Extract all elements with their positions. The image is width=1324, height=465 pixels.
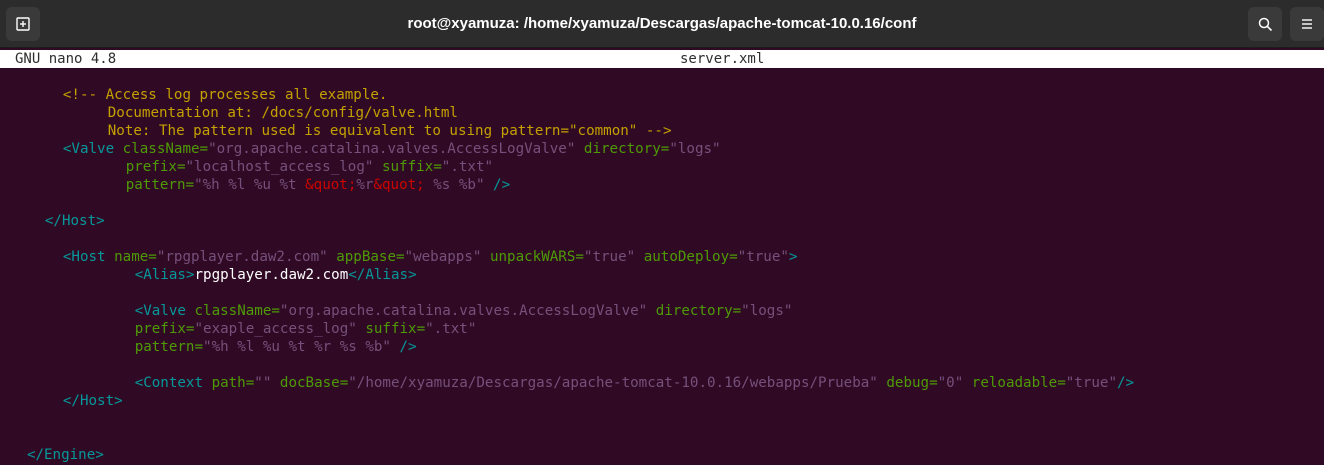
code-token: name=	[114, 249, 157, 265]
code-line: prefix="exaple_access_log" suffix=".txt"	[135, 320, 477, 338]
code-line: Note: The pattern used is equivalent to …	[108, 122, 672, 140]
code-token: "%h %l %u %t %r %s %b"	[203, 339, 391, 355]
code-token: appBase=	[327, 249, 405, 265]
code-token: "webapps"	[404, 249, 482, 265]
code-token: className=	[122, 141, 209, 157]
code-line: </Host>	[45, 212, 105, 230]
code-token: &quot;	[305, 177, 357, 193]
code-token: directory=	[647, 303, 742, 319]
code-line: <Valve className="org.apache.catalina.va…	[135, 302, 793, 320]
editor-text-area[interactable]: <!-- Access log processes all example. Do…	[0, 68, 1324, 465]
code-token: Note: The pattern used is equivalent to …	[107, 123, 672, 139]
code-token: directory=	[575, 141, 670, 157]
code-token: <Host	[62, 249, 115, 265]
terminal-window: root@xyamuza: /home/xyamuza/Descargas/ap…	[0, 0, 1324, 465]
code-token: pattern=	[134, 339, 204, 355]
code-token: </Engine>	[26, 447, 104, 463]
code-token: <Context	[134, 375, 212, 391]
code-line: prefix="localhost_access_log" suffix=".t…	[126, 158, 493, 176]
code-token: <Valve	[62, 141, 123, 157]
code-token: &quot;	[373, 177, 425, 193]
code-line: </Host>	[63, 392, 123, 410]
code-token: "localhost_access_log"	[185, 159, 374, 175]
code-token: autoDeploy=	[635, 249, 738, 265]
code-token: ""	[254, 375, 272, 391]
code-token: path=	[211, 375, 255, 391]
code-token: "/home/xyamuza/Descargas/apache-tomcat-1…	[348, 375, 878, 391]
hamburger-menu-icon	[1302, 19, 1312, 29]
code-line: <Valve className="org.apache.catalina.va…	[63, 140, 721, 158]
search-button[interactable]	[1248, 7, 1282, 41]
code-token: </Host>	[62, 393, 123, 409]
code-token: <!-- Access log processes all example.	[62, 87, 388, 103]
code-token: "rpgplayer.daw2.com"	[156, 249, 328, 265]
code-line: <Context path="" docBase="/home/xyamuza/…	[135, 374, 1134, 392]
search-icon	[1258, 17, 1272, 31]
code-token: suffix=	[356, 321, 426, 337]
code-token: <Alias>	[134, 267, 195, 283]
code-line: pattern="%h %l %u %t &quot;%r&quot; %s %…	[126, 176, 510, 194]
code-token: pattern=	[125, 177, 195, 193]
code-token: className=	[194, 303, 280, 319]
nano-version: GNU nano 4.8	[15, 51, 117, 67]
code-token: "exaple_access_log"	[194, 321, 357, 337]
code-token: ".txt"	[425, 321, 477, 337]
code-line: <!-- Access log processes all example.	[63, 86, 388, 104]
code-token: prefix=	[125, 159, 186, 175]
new-tab-button[interactable]	[6, 7, 40, 41]
code-token: "%h %l %u %t	[194, 177, 306, 193]
code-token: "org.apache.catalina.valves.AccessLogVal…	[208, 141, 576, 157]
code-token: >	[788, 249, 798, 265]
code-token: />	[1117, 375, 1135, 391]
code-token: </Host>	[44, 213, 105, 229]
code-token: unpackWARS=	[481, 249, 584, 265]
new-tab-icon	[16, 17, 30, 31]
title-bar: root@xyamuza: /home/xyamuza/Descargas/ap…	[0, 0, 1324, 48]
code-line: pattern="%h %l %u %t %r %s %b" />	[135, 338, 417, 356]
code-token: %s %b"	[424, 177, 485, 193]
code-token: "true"	[1065, 375, 1118, 391]
nano-header-bar: GNU nano 4.8 server.xml	[0, 50, 1324, 68]
file-name: server.xml	[680, 51, 765, 67]
code-token: "org.apache.catalina.valves.AccessLogVal…	[279, 303, 648, 319]
menu-button[interactable]	[1290, 7, 1324, 41]
code-token: />	[390, 339, 417, 355]
code-token: "true"	[737, 249, 789, 265]
code-token: debug=	[877, 375, 938, 391]
code-token: </Alias>	[348, 267, 417, 283]
code-token: suffix=	[373, 159, 442, 175]
code-token: docBase=	[271, 375, 349, 391]
code-token: <Valve	[134, 303, 195, 319]
code-token: Documentation at: /docs/config/valve.htm…	[107, 105, 458, 121]
code-line: Documentation at: /docs/config/valve.htm…	[108, 104, 458, 122]
code-token: prefix=	[134, 321, 195, 337]
code-token: />	[484, 177, 511, 193]
window-title: root@xyamuza: /home/xyamuza/Descargas/ap…	[407, 15, 917, 32]
code-token: "logs"	[741, 303, 793, 319]
code-token: "true"	[583, 249, 636, 265]
code-token: "0"	[937, 375, 964, 391]
code-token: ".txt"	[441, 159, 494, 175]
code-line: </Engine>	[27, 446, 104, 464]
code-line: <Host name="rpgplayer.daw2.com" appBase=…	[63, 248, 798, 266]
code-line: <Alias>rpgplayer.daw2.com</Alias>	[135, 266, 417, 284]
code-token: %r	[356, 177, 374, 193]
code-token: "logs"	[669, 141, 721, 157]
code-token: rpgplayer.daw2.com	[194, 267, 349, 283]
code-token: reloadable=	[963, 375, 1066, 391]
